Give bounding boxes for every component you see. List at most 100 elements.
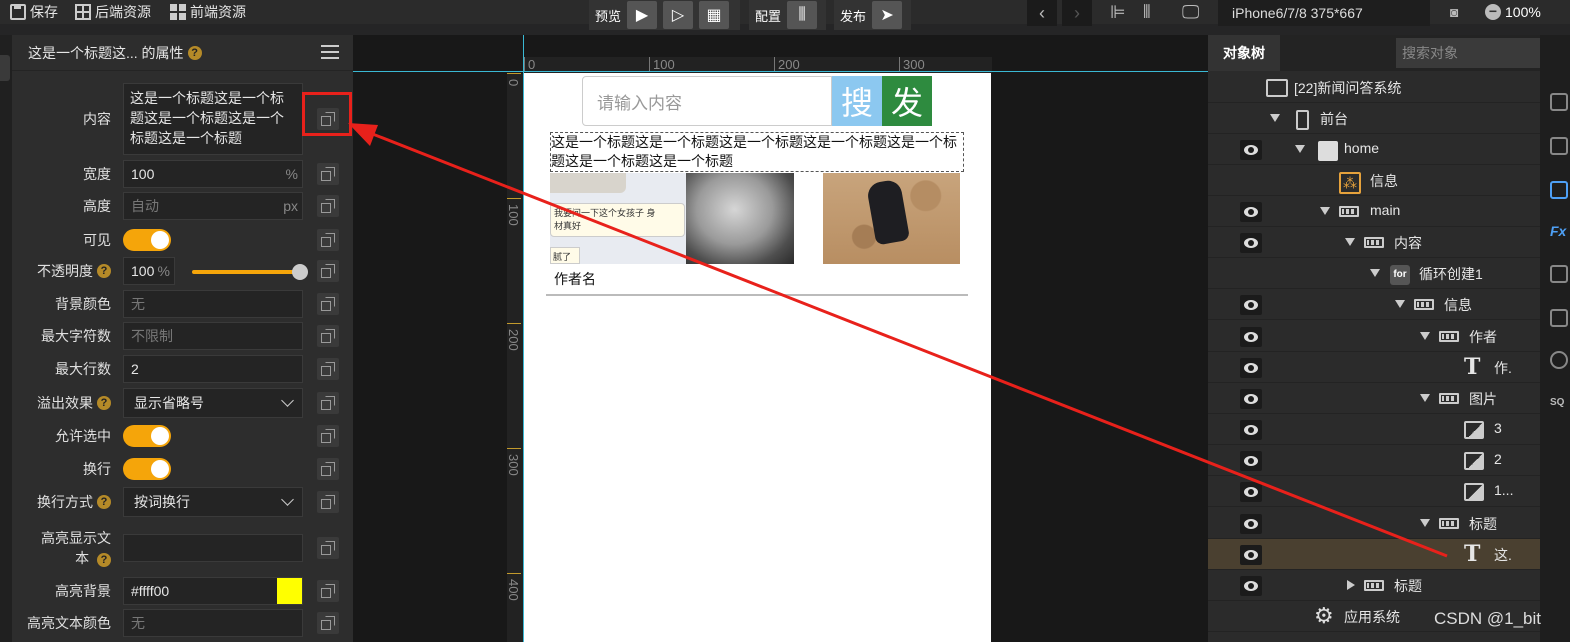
collapse-arrow-icon[interactable] [1347, 580, 1355, 590]
preview-play-button[interactable]: ▶ [627, 1, 658, 29]
expand-arrow-icon[interactable] [1345, 238, 1355, 246]
save-button[interactable]: 保存 [10, 0, 58, 24]
help-icon[interactable]: ? [97, 495, 111, 509]
eye-icon[interactable] [1240, 389, 1262, 409]
copy-binding-icon[interactable] [317, 580, 339, 602]
opacity-input[interactable]: 100 % [123, 257, 175, 285]
tree-node-title-text-selected[interactable]: T 这. [1208, 539, 1540, 570]
opacity-slider[interactable] [192, 264, 308, 280]
copy-binding-icon[interactable] [317, 260, 339, 282]
tree-node-image-2[interactable]: 2 [1208, 445, 1540, 476]
undo-back-button[interactable]: ‹ [1027, 0, 1057, 26]
highlight-text-input[interactable] [123, 534, 303, 562]
help-icon[interactable]: ? [97, 553, 111, 567]
copy-binding-icon[interactable] [317, 358, 339, 380]
preview-qrcode-button[interactable]: ▦ [699, 1, 730, 29]
events-panel-icon[interactable] [1550, 181, 1568, 199]
tab-object-tree[interactable]: 对象树 [1208, 35, 1280, 71]
image-thumbnail-2[interactable] [686, 173, 823, 264]
expand-arrow-icon[interactable] [1370, 269, 1380, 277]
info-panel-icon[interactable] [1550, 93, 1568, 111]
eye-icon[interactable] [1240, 327, 1262, 347]
eye-icon[interactable] [1240, 295, 1262, 315]
left-strip-tab[interactable] [0, 55, 10, 81]
max-chars-input[interactable]: 不限制 [123, 322, 303, 350]
eye-icon[interactable] [1240, 576, 1262, 596]
transfer-panel-icon[interactable] [1550, 309, 1568, 327]
eye-icon[interactable] [1240, 420, 1262, 440]
selectable-toggle[interactable] [123, 425, 171, 447]
expand-arrow-icon[interactable] [1320, 207, 1330, 215]
eye-icon[interactable] [1240, 140, 1262, 160]
copy-binding-icon[interactable] [317, 293, 339, 315]
publish-send-button[interactable]: ➤ [872, 1, 903, 29]
tree-node-home[interactable]: home [1208, 134, 1540, 165]
expand-arrow-icon[interactable] [1395, 300, 1405, 308]
tree-node-author[interactable]: 作者 [1208, 321, 1540, 352]
visible-toggle[interactable] [123, 229, 171, 251]
tree-node-image-1[interactable]: 1... [1208, 476, 1540, 507]
tree-node-images[interactable]: 图片 [1208, 383, 1540, 414]
eye-icon[interactable] [1240, 514, 1262, 534]
tree-node-content[interactable]: 内容 [1208, 227, 1540, 258]
search-button[interactable]: 搜 [832, 76, 882, 126]
tree-node-main[interactable]: main [1208, 196, 1540, 227]
chat-panel-icon[interactable] [1550, 137, 1568, 155]
backend-resources-button[interactable]: 后端资源 [75, 0, 151, 24]
highlight-bg-input[interactable]: #ffff00 [123, 577, 303, 605]
tree-node-info-box[interactable]: 信息 [1208, 289, 1540, 320]
max-lines-input[interactable]: 2 [123, 355, 303, 383]
copy-binding-icon[interactable] [317, 612, 339, 634]
preview-play-alt-button[interactable]: ▷ [663, 1, 694, 29]
device-select[interactable]: iPhone6/7/8 375*667 [1218, 0, 1430, 26]
copy-binding-icon[interactable] [317, 392, 339, 414]
tree-node-title-box[interactable]: 标题 [1208, 508, 1540, 539]
toggle-panel-icon[interactable] [1550, 351, 1568, 369]
tree-node-image-3[interactable]: 3 [1208, 414, 1540, 445]
title-text-element[interactable]: 这是一个标题这是一个标题这是一个标题这是一个标题这是一个标题这是一个标题这是一个… [550, 132, 964, 172]
expand-arrow-icon[interactable] [1270, 114, 1280, 122]
frontend-resources-button[interactable]: 前端资源 [170, 0, 246, 24]
wrap-toggle[interactable] [123, 458, 171, 480]
eye-icon[interactable] [1240, 545, 1262, 565]
search-objects-input[interactable]: 搜索对象 [1396, 38, 1540, 68]
wrap-mode-select[interactable]: 按词换行 [123, 487, 303, 517]
eye-icon[interactable] [1240, 202, 1262, 222]
eye-icon[interactable] [1240, 358, 1262, 378]
align-left-button[interactable]: ⊫ [1110, 0, 1126, 24]
copy-binding-icon[interactable] [317, 458, 339, 480]
copy-binding-icon[interactable] [317, 325, 339, 347]
zoom-out-button[interactable]: − [1485, 4, 1501, 20]
tree-node-app[interactable]: [22]新闻问答系统 [1208, 72, 1540, 103]
author-name-text[interactable]: 作者名 [554, 269, 596, 289]
post-button[interactable]: 发 [882, 76, 932, 126]
help-icon[interactable]: ? [97, 264, 111, 278]
copy-binding-icon[interactable] [317, 229, 339, 251]
design-canvas[interactable]: 0 100 200 300 0 100 200 300 400 请输入内容 搜 … [353, 35, 1208, 642]
color-swatch[interactable] [277, 578, 302, 604]
copy-binding-icon[interactable] [317, 537, 339, 559]
copy-binding-icon[interactable] [317, 163, 339, 185]
eye-icon[interactable] [1240, 233, 1262, 253]
copy-binding-icon[interactable] [317, 425, 339, 447]
tree-node-title-collapsed[interactable]: 标题 [1208, 570, 1540, 601]
height-input[interactable]: 自动 px [123, 192, 303, 220]
copy-binding-icon[interactable] [317, 195, 339, 217]
tree-node-info[interactable]: ⁂ 信息 [1208, 165, 1540, 196]
help-icon[interactable]: ? [97, 396, 111, 410]
tree-node-author-text[interactable]: T 作. [1208, 352, 1540, 383]
formula-icon[interactable]: Fx [1550, 223, 1566, 239]
config-sliders-button[interactable]: ⫼ [787, 1, 818, 29]
bg-color-input[interactable]: 无 [123, 290, 303, 318]
eye-icon[interactable] [1240, 451, 1262, 471]
tree-node-loop[interactable]: for 循环创建1 [1208, 258, 1540, 289]
device-monitor-button[interactable]: 🖵 [1182, 0, 1199, 24]
copy-binding-icon[interactable] [317, 491, 339, 513]
align-vertical-button[interactable]: ⫴ [1143, 0, 1151, 24]
expand-arrow-icon[interactable] [1420, 519, 1430, 527]
help-icon[interactable]: ? [187, 45, 202, 60]
image-thumbnail-1[interactable]: 我要问一下这个女孩子 身 材真好 腻了 [550, 173, 686, 264]
tree-node-frontend[interactable]: 前台 [1208, 103, 1540, 134]
expand-arrow-icon[interactable] [1295, 145, 1305, 153]
redo-forward-button[interactable]: › [1062, 0, 1092, 26]
